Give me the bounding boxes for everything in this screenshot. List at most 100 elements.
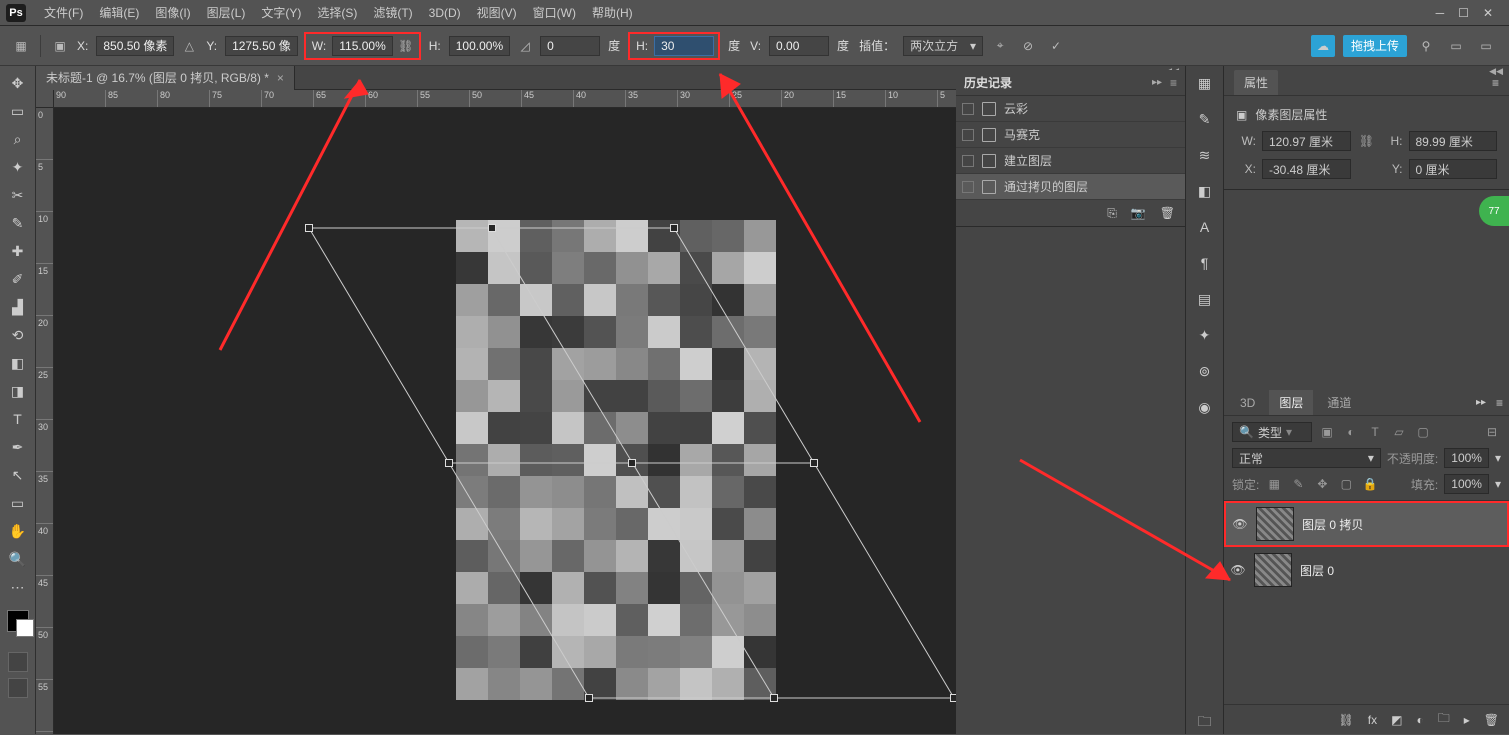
rotate-input[interactable]: 0 (540, 36, 600, 56)
paragraph-dock-icon[interactable]: ¶ (1194, 252, 1216, 274)
eyedropper-tool-icon[interactable]: ✎ (6, 212, 30, 234)
delta-icon[interactable]: △ (180, 37, 198, 55)
opacity-chevron-icon[interactable]: ▾ (1495, 451, 1501, 465)
transform-center-icon[interactable] (628, 459, 636, 467)
character-dock-icon[interactable]: A (1194, 216, 1216, 238)
transform-handle-mr[interactable] (810, 459, 818, 467)
styles-dock-icon[interactable]: ◧ (1194, 180, 1216, 202)
layer-filter-select[interactable]: 🔍 类型 ▾ (1232, 422, 1312, 442)
quickselect-tool-icon[interactable]: ✦ (6, 156, 30, 178)
search-icon[interactable]: ⚲ (1415, 35, 1437, 57)
w-input[interactable]: 115.00% (332, 36, 392, 56)
brushes-dock-icon[interactable]: ✎ (1194, 108, 1216, 130)
filter-smart-icon[interactable]: ▢ (1414, 423, 1432, 441)
stamp-tool-icon[interactable]: ▟ (6, 296, 30, 318)
layers-menu-icon[interactable]: ≡ (1496, 396, 1503, 410)
layer-name[interactable]: 图层 0 拷贝 (1302, 516, 1363, 533)
libraries-dock-icon[interactable]: ⊚ (1194, 360, 1216, 382)
hskew-input[interactable]: 30 (654, 36, 714, 56)
history-trash-icon[interactable]: 🗑 (1160, 206, 1175, 220)
history-newdoc-icon[interactable]: ⎘ (1107, 206, 1117, 221)
pen-tool-icon[interactable]: ✒ (6, 436, 30, 458)
layer-row[interactable]: 👁 图层 0 拷贝 (1224, 501, 1509, 547)
crop-tool-icon[interactable]: ✂ (6, 184, 30, 206)
maximize-icon[interactable]: ☐ (1458, 6, 1469, 20)
layers-popout-icon[interactable]: ▸▸ (1476, 397, 1486, 408)
layer-trash-icon[interactable]: 🗑 (1484, 713, 1499, 727)
warp-icon[interactable]: ⌖ (989, 35, 1011, 57)
notes-dock-icon[interactable]: ▤ (1194, 288, 1216, 310)
x-input[interactable]: 850.50 像素 (96, 36, 174, 56)
prop-link-icon[interactable]: ⛓ (1357, 131, 1377, 151)
history-snapshot-icon[interactable]: 📷 (1131, 206, 1146, 220)
transform-handle-bl[interactable] (585, 694, 593, 702)
lock-artboard-icon[interactable]: ▢ (1337, 475, 1355, 493)
menu-layer[interactable]: 图层(L) (199, 4, 254, 21)
history-brush-tool-icon[interactable]: ⟲ (6, 324, 30, 346)
menu-type[interactable]: 文字(Y) (253, 4, 309, 21)
y-input[interactable]: 1275.50 像 (225, 36, 298, 56)
refpoint-icon[interactable]: ▣ (51, 37, 69, 55)
tab-channels[interactable]: 通道 (1317, 390, 1361, 415)
cc-dock-icon[interactable]: ◉ (1194, 396, 1216, 418)
lock-trans-icon[interactable]: ▦ (1265, 475, 1283, 493)
lock-pixel-icon[interactable]: ✎ (1289, 475, 1307, 493)
h-input[interactable]: 100.00% (449, 36, 510, 56)
hand-tool-icon[interactable]: ✋ (6, 520, 30, 542)
layer-group-icon[interactable]: 🗀 (1438, 709, 1450, 730)
gradient-tool-icon[interactable]: ◨ (6, 380, 30, 402)
properties-menu-icon[interactable]: ≡ (1492, 76, 1499, 90)
badge[interactable]: 77 (1479, 196, 1509, 226)
filter-pixel-icon[interactable]: ▣ (1318, 423, 1336, 441)
transform-handle-tm[interactable] (488, 224, 496, 232)
layer-new-icon[interactable]: ▸ (1464, 713, 1470, 727)
upload-button[interactable]: 拖拽上传 (1343, 35, 1407, 57)
prop-h-input[interactable]: 89.99 厘米 (1409, 131, 1498, 151)
fill-chevron-icon[interactable]: ▾ (1495, 477, 1501, 491)
history-item[interactable]: 马赛克 (956, 122, 1185, 148)
layer-mask-icon[interactable]: ◩ (1391, 713, 1402, 727)
prop-y-input[interactable]: 0 厘米 (1409, 159, 1498, 179)
transform-handle-tl[interactable] (305, 224, 313, 232)
tab-layers[interactable]: 图层 (1269, 390, 1313, 415)
lock-pos-icon[interactable]: ✥ (1313, 475, 1331, 493)
tools-dock-icon[interactable]: ✦ (1194, 324, 1216, 346)
swatches-dock-icon[interactable]: ▦ (1194, 72, 1216, 94)
visibility-icon[interactable]: 👁 (1232, 517, 1248, 531)
layer-thumbnail[interactable] (1256, 507, 1294, 541)
cancel-transform-button[interactable]: ⊘ (1017, 35, 1039, 57)
move-tool-icon[interactable]: ✥ (6, 72, 30, 94)
history-item[interactable]: 建立图层 (956, 148, 1185, 174)
menu-help[interactable]: 帮助(H) (584, 4, 641, 21)
cloud-icon[interactable]: ☁ (1311, 35, 1335, 57)
prop-x-input[interactable]: -30.48 厘米 (1262, 159, 1351, 179)
lock-all-icon[interactable]: 🔒 (1361, 475, 1379, 493)
prop-w-input[interactable]: 120.97 厘米 (1262, 131, 1351, 151)
arrange-icon[interactable]: ▭ (1445, 35, 1467, 57)
history-popout-icon[interactable]: ▸▸ (1152, 77, 1162, 88)
screenmode-icon[interactable]: ▭ (1475, 35, 1497, 57)
layer-name[interactable]: 图层 0 (1300, 562, 1334, 579)
layer-adj-icon[interactable]: ◐ (1416, 713, 1423, 727)
history-menu-icon[interactable]: ≡ (1170, 76, 1177, 90)
tab-close-icon[interactable]: × (277, 71, 284, 85)
screenmode-tool-icon[interactable] (8, 678, 28, 698)
opacity-input[interactable]: 100% (1444, 448, 1489, 468)
layer-fx-icon[interactable]: fx (1368, 713, 1377, 727)
layer-link-icon[interactable]: ⛓ (1339, 713, 1354, 727)
interp-select[interactable]: 两次立方▾ (903, 36, 983, 56)
document-tab[interactable]: 未标题-1 @ 16.7% (图层 0 拷贝, RGB/8) * × (36, 66, 295, 90)
eraser-tool-icon[interactable]: ◧ (6, 352, 30, 374)
lasso-tool-icon[interactable]: ⌕ (6, 128, 30, 150)
marquee-tool-icon[interactable]: ▭ (6, 100, 30, 122)
link-icon[interactable]: ⛓ (397, 37, 415, 55)
menu-image[interactable]: 图像(I) (147, 4, 198, 21)
shape-tool-icon[interactable]: ▭ (6, 492, 30, 514)
transform-handle-bm[interactable] (770, 694, 778, 702)
visibility-icon[interactable]: 👁 (1230, 563, 1246, 577)
filter-type-icon[interactable]: T (1366, 423, 1384, 441)
menu-edit[interactable]: 编辑(E) (91, 4, 147, 21)
layer-thumbnail[interactable] (1254, 553, 1292, 587)
commit-transform-button[interactable]: ✓ (1045, 35, 1067, 57)
menu-window[interactable]: 窗口(W) (525, 4, 584, 21)
